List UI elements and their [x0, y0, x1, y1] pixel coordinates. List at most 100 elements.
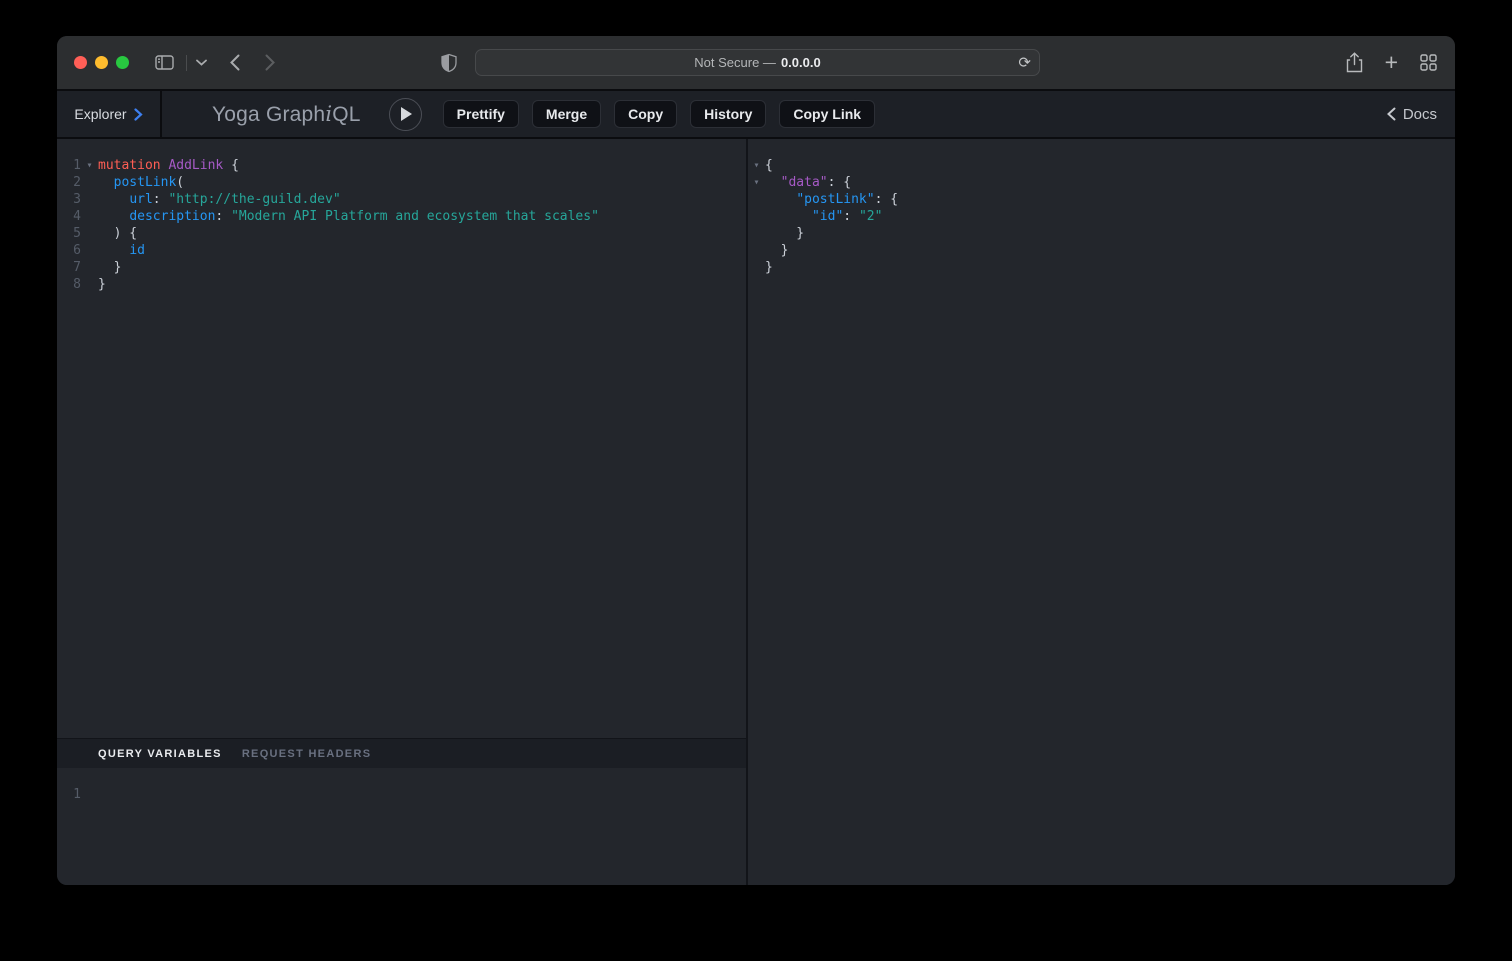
code-line: 1▾mutation AddLink { — [57, 157, 746, 174]
code-line: ▾{ — [748, 157, 1455, 174]
reload-icon[interactable]: ⟳ — [1018, 55, 1031, 70]
code-text: } — [765, 225, 804, 242]
fold-arrow-icon[interactable]: ▾ — [81, 157, 98, 174]
code-text: ) { — [98, 225, 137, 242]
code-line: 7 } — [57, 259, 746, 276]
chevron-right-icon — [134, 108, 143, 121]
copy-link-button[interactable]: Copy Link — [779, 100, 875, 128]
fold-spacer — [81, 276, 98, 293]
url-bar[interactable]: Not Secure — 0.0.0.0 ⟳ — [475, 49, 1040, 76]
left-pane: 1▾mutation AddLink {2 postLink(3 url: "h… — [57, 139, 748, 885]
code-text: id — [98, 242, 145, 259]
line-number: 4 — [57, 208, 81, 225]
code-text: } — [98, 276, 106, 293]
history-button[interactable]: History — [690, 100, 766, 128]
code-text: "data": { — [765, 174, 851, 191]
graphiql-body: 1▾mutation AddLink {2 postLink(3 url: "h… — [57, 139, 1455, 885]
fold-spacer — [748, 208, 765, 225]
code-text: "id": "2" — [765, 208, 882, 225]
fold-spacer — [81, 786, 98, 803]
line-number: 1 — [57, 157, 81, 174]
plus-icon[interactable]: + — [1385, 51, 1398, 74]
code-text: { — [765, 157, 773, 174]
browser-window: Not Secure — 0.0.0.0 ⟳ + — [57, 36, 1455, 885]
code-text: } — [765, 242, 788, 259]
line-number: 7 — [57, 259, 81, 276]
grid-icon[interactable] — [1420, 54, 1437, 71]
fold-spacer — [81, 259, 98, 276]
code-text: mutation AddLink { — [98, 157, 239, 174]
code-text: url: "http://the-guild.dev" — [98, 191, 341, 208]
code-line: 8} — [57, 276, 746, 293]
line-number: 3 — [57, 191, 81, 208]
fold-spacer — [81, 242, 98, 259]
code-text: } — [765, 259, 773, 276]
url-host: 0.0.0.0 — [781, 55, 821, 70]
fold-spacer — [748, 259, 765, 276]
fold-spacer — [81, 191, 98, 208]
forward-icon[interactable] — [265, 54, 275, 71]
fold-spacer — [81, 208, 98, 225]
fold-spacer — [748, 242, 765, 259]
code-line: 1 — [57, 786, 746, 803]
app-title: Yoga GraphiQL — [212, 102, 361, 127]
fold-spacer — [748, 225, 765, 242]
zoom-window-button[interactable] — [116, 56, 129, 69]
prettify-button[interactable]: Prettify — [443, 100, 519, 128]
window-controls — [74, 56, 129, 69]
docs-label: Docs — [1403, 106, 1437, 123]
code-line: ▾ "data": { — [748, 174, 1455, 191]
explorer-label: Explorer — [74, 106, 126, 122]
code-line: "postLink": { — [748, 191, 1455, 208]
copy-button[interactable]: Copy — [614, 100, 677, 128]
variables-editor[interactable]: 1 — [57, 768, 746, 885]
chevron-left-icon — [1387, 107, 1396, 121]
security-label: Not Secure — — [694, 55, 776, 70]
graphiql-header: Explorer Yoga GraphiQL Prettify Merge Co… — [57, 89, 1455, 139]
fold-spacer — [81, 225, 98, 242]
fold-arrow-icon[interactable]: ▾ — [748, 157, 765, 174]
fold-arrow-icon[interactable]: ▾ — [748, 174, 765, 191]
code-line: 4 description: "Modern API Platform and … — [57, 208, 746, 225]
code-line: 3 url: "http://the-guild.dev" — [57, 191, 746, 208]
code-text: "postLink": { — [765, 191, 898, 208]
tab-request-headers[interactable]: REQUEST HEADERS — [242, 748, 372, 760]
code-line: 6 id — [57, 242, 746, 259]
query-editor[interactable]: 1▾mutation AddLink {2 postLink(3 url: "h… — [57, 139, 746, 738]
secondary-editor-tabs: QUERY VARIABLES REQUEST HEADERS — [57, 738, 746, 768]
code-line: 2 postLink( — [57, 174, 746, 191]
code-line: } — [748, 225, 1455, 242]
code-line: } — [748, 242, 1455, 259]
back-icon[interactable] — [230, 54, 240, 71]
line-number: 5 — [57, 225, 81, 242]
fold-spacer — [748, 191, 765, 208]
browser-toolbar: Not Secure — 0.0.0.0 ⟳ + — [57, 36, 1455, 89]
response-viewer[interactable]: ▾{▾ "data": { "postLink": { "id": "2" } … — [748, 139, 1455, 885]
sidebar-icon[interactable] — [155, 55, 174, 70]
execute-query-button[interactable] — [389, 98, 422, 131]
share-icon[interactable] — [1346, 52, 1363, 73]
merge-button[interactable]: Merge — [532, 100, 601, 128]
fold-spacer — [81, 174, 98, 191]
explorer-toggle[interactable]: Explorer — [57, 91, 162, 137]
code-line: "id": "2" — [748, 208, 1455, 225]
toolbar-divider — [186, 55, 187, 71]
line-number: 1 — [57, 786, 81, 803]
code-text: description: "Modern API Platform and ec… — [98, 208, 599, 225]
shield-icon[interactable] — [441, 53, 457, 72]
docs-toggle[interactable]: Docs — [1387, 106, 1437, 123]
minimize-window-button[interactable] — [95, 56, 108, 69]
play-icon — [401, 107, 412, 121]
line-number: 8 — [57, 276, 81, 293]
code-text: } — [98, 259, 121, 276]
tab-query-variables[interactable]: QUERY VARIABLES — [98, 748, 222, 760]
chrome-right-icons: + — [1346, 36, 1437, 89]
code-text: postLink( — [98, 174, 184, 191]
close-window-button[interactable] — [74, 56, 87, 69]
line-number: 2 — [57, 174, 81, 191]
graphiql-toolbar: Prettify Merge Copy History Copy Link — [443, 100, 875, 128]
code-line: 5 ) { — [57, 225, 746, 242]
chevron-down-icon[interactable] — [196, 59, 207, 66]
line-number: 6 — [57, 242, 81, 259]
code-line: } — [748, 259, 1455, 276]
